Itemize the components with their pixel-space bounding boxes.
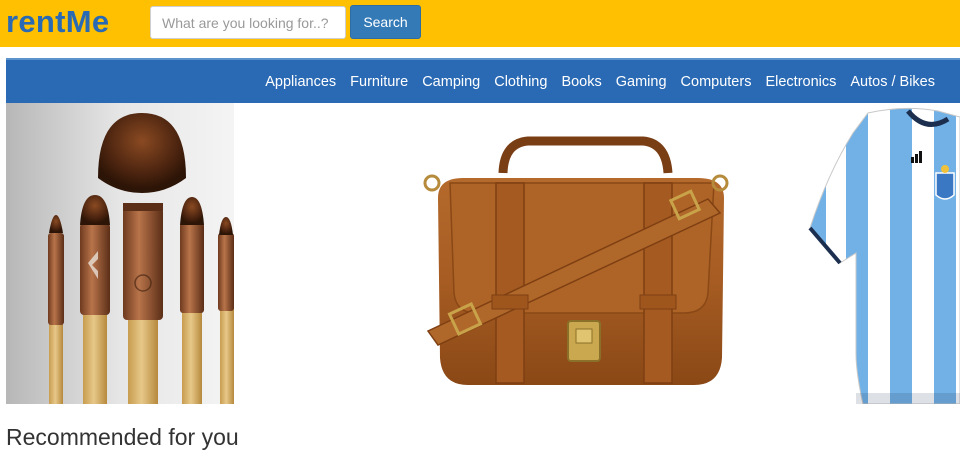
nav-item-appliances[interactable]: Appliances (265, 74, 336, 90)
nav-item-autos-bikes[interactable]: Autos / Bikes (850, 74, 935, 90)
nav-item-camping[interactable]: Camping (422, 74, 480, 90)
nav-item-books[interactable]: Books (561, 74, 601, 90)
section-title-recommended: Recommended for you (6, 424, 239, 450)
category-navbar: Appliances Furniture Camping Clothing Bo… (6, 58, 960, 103)
nav-item-clothing[interactable]: Clothing (494, 74, 547, 90)
site-logo[interactable]: rentMe (6, 4, 109, 40)
product-carousel[interactable] (6, 103, 960, 404)
slide-brushes[interactable] (6, 103, 234, 404)
top-header: rentMe Search (0, 0, 960, 47)
leather-satchel-image (423, 136, 729, 385)
category-nav-list: Appliances Furniture Camping Clothing Bo… (265, 60, 935, 103)
slide-satchel[interactable] (408, 103, 738, 404)
nav-item-furniture[interactable]: Furniture (350, 74, 408, 90)
nav-item-gaming[interactable]: Gaming (616, 74, 667, 90)
slide-jersey[interactable] (808, 103, 960, 404)
makeup-brushes-image (6, 103, 234, 404)
nav-item-electronics[interactable]: Electronics (765, 74, 836, 90)
argentina-jersey-image (808, 107, 960, 404)
nav-item-computers[interactable]: Computers (681, 74, 752, 90)
search-button[interactable]: Search (350, 5, 421, 39)
search-input[interactable] (150, 6, 346, 39)
